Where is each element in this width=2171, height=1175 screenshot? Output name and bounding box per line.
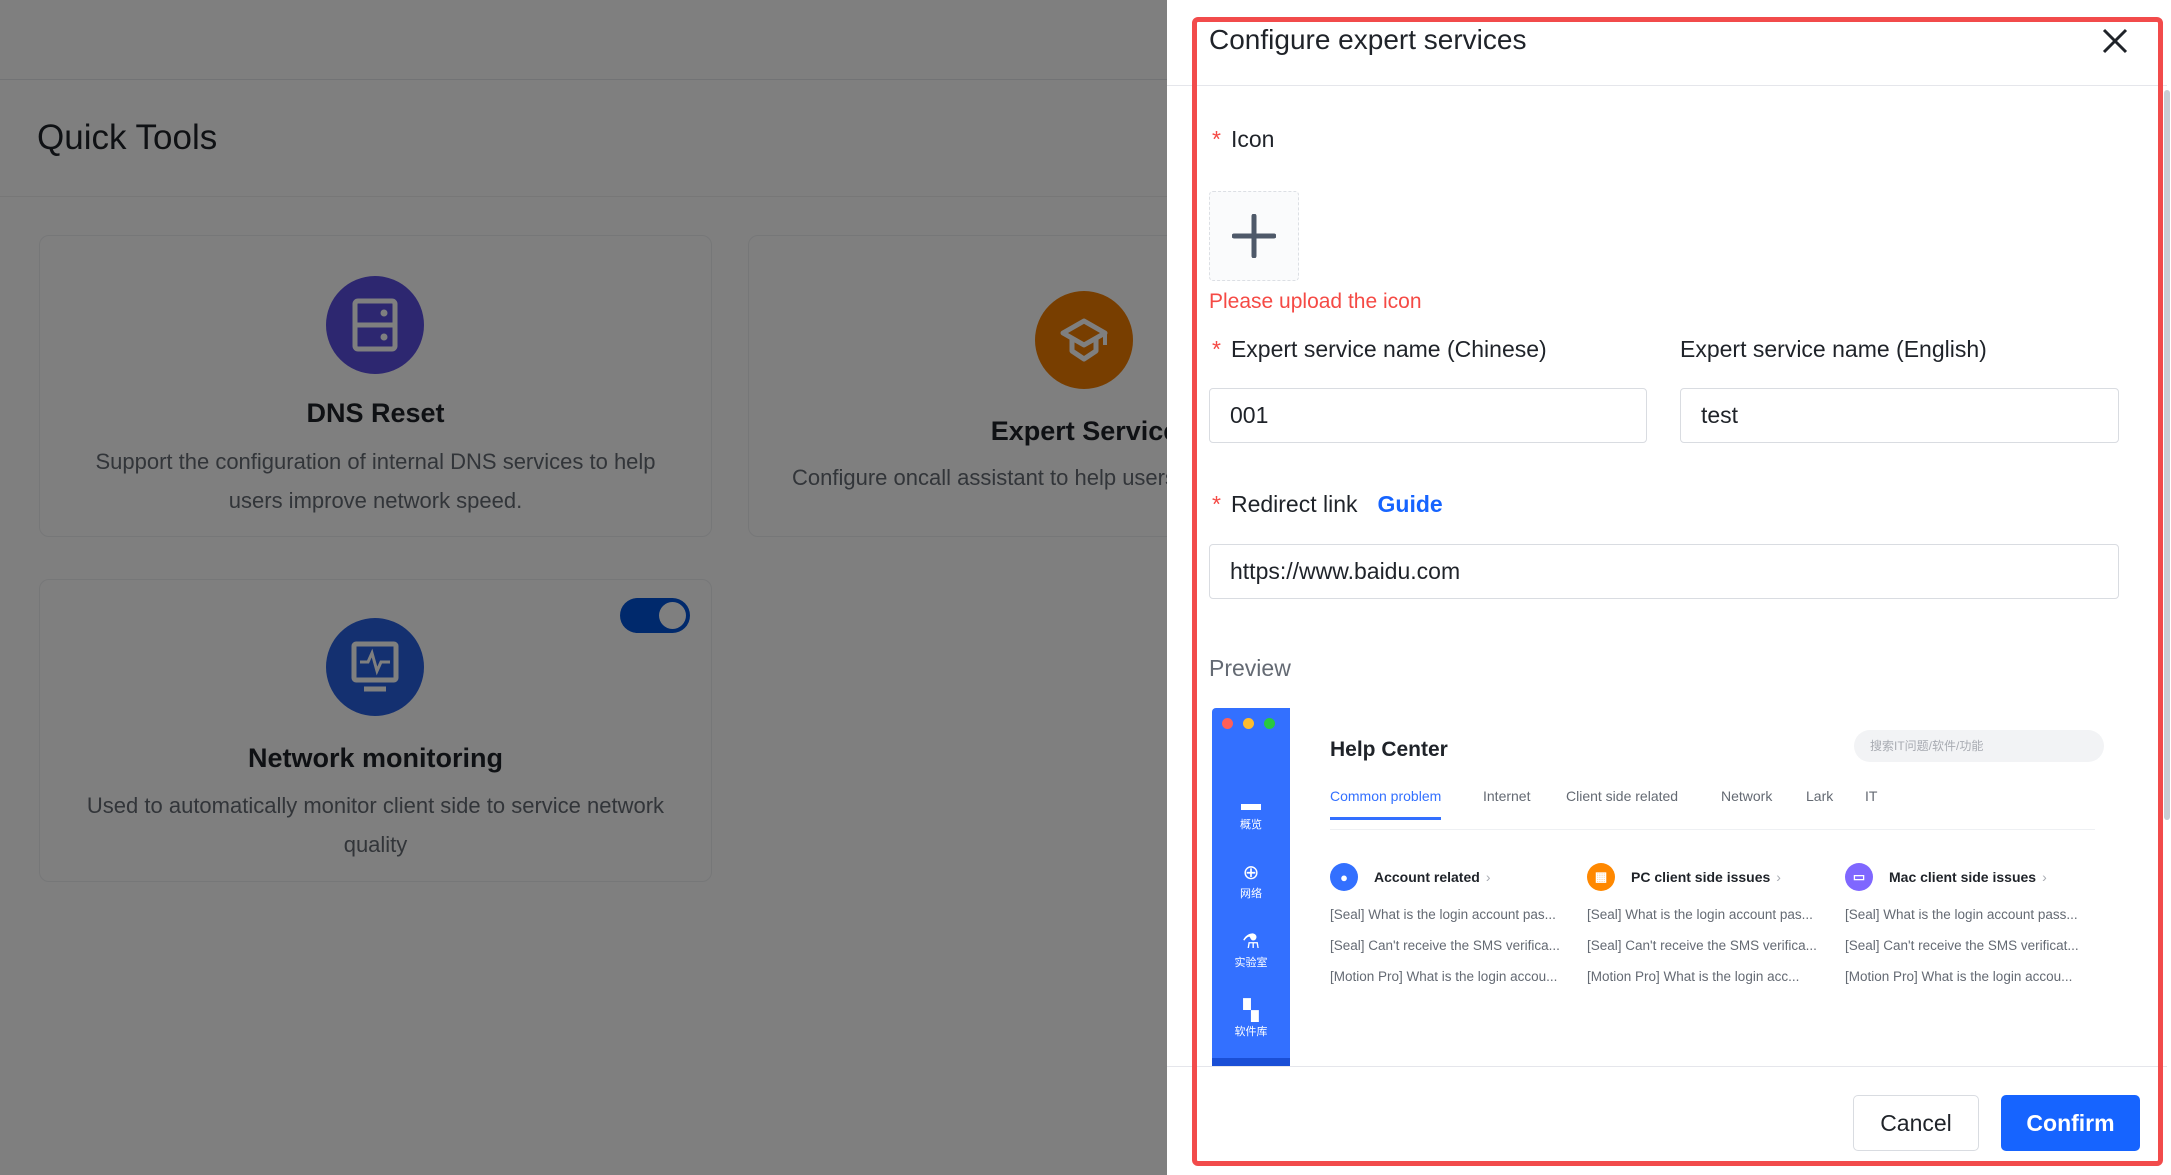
preview-sidebar-item: ▚ 软件库	[1212, 999, 1290, 1039]
scrollbar[interactable]	[2164, 90, 2170, 820]
close-icon[interactable]	[2098, 24, 2132, 58]
preview-question: [Seal] What is the login account pas...	[1587, 907, 1813, 922]
monitor-icon: ▭	[1845, 863, 1873, 891]
redirect-link-label: * Redirect link Guide	[1212, 491, 1443, 517]
divider	[1167, 85, 2167, 86]
preview-question: [Motion Pro] What is the login acc...	[1587, 969, 1800, 984]
column-title: Account related	[1374, 869, 1480, 885]
confirm-button[interactable]: Confirm	[2001, 1095, 2140, 1151]
icon-label: * Icon	[1212, 126, 1275, 152]
sidebar-footer	[1212, 1058, 1290, 1066]
window-maximize-dot	[1264, 718, 1275, 729]
preview-column-mac: ▭ Mac client side issues › [Seal] What is …	[1845, 863, 2090, 984]
preview-question: [Seal] Can't receive the SMS verifica...	[1587, 938, 1817, 953]
preview-column-account: ● Account related › [Seal] What is the log…	[1330, 863, 1575, 984]
monitor-icon: ▬	[1241, 793, 1261, 815]
footer-divider	[1167, 1066, 2167, 1067]
name-en-label: Expert service name (English)	[1680, 336, 1987, 362]
preview-question: [Seal] Can't receive the SMS verificat..…	[1845, 938, 2079, 953]
label-text: Icon	[1230, 126, 1275, 152]
preview-question: [Motion Pro] What is the login accou...	[1330, 969, 1558, 984]
preview-question: [Seal] What is the login account pas...	[1330, 907, 1556, 922]
globe-icon: ⊕	[1242, 862, 1260, 884]
name-cn-input[interactable]	[1209, 388, 1647, 443]
preview-tab: Client side related	[1566, 788, 1679, 804]
preview-tab: Network	[1721, 788, 1773, 804]
preview-sidebar: ▬ 概览 ⊕ 网络 ⚗ 实验室 ▚ 软件库	[1212, 708, 1290, 1066]
chevron-right-icon: ›	[1485, 869, 1491, 885]
window-minimize-dot	[1243, 718, 1254, 729]
preview-tab: IT	[1865, 788, 1878, 804]
preview-tabs: Common problem Internet Client side rela…	[1330, 788, 2095, 830]
preview-tab: Common problem	[1330, 788, 1442, 820]
preview-question: [Motion Pro] What is the login accou...	[1845, 969, 2073, 984]
icon-error-message: Please upload the icon	[1209, 290, 1422, 313]
preview-question: [Seal] Can't receive the SMS verifica...	[1330, 938, 1560, 953]
label-text: Expert service name (Chinese)	[1230, 336, 1547, 362]
flask-icon: ⚗	[1242, 931, 1260, 953]
windows-icon: ▦	[1587, 863, 1615, 891]
sidebar-label: 网络	[1240, 888, 1262, 900]
name-en-input[interactable]	[1680, 388, 2119, 443]
sidebar-label: 实验室	[1234, 957, 1268, 969]
preview-sidebar-item: ⚗ 实验室	[1212, 930, 1290, 970]
preview-sidebar-item: ⊕ 网络	[1212, 861, 1290, 901]
preview-label: Preview	[1209, 655, 1291, 681]
preview-question: [Seal] What is the login account pass...	[1845, 907, 2078, 922]
drawer-title: Configure expert services	[1209, 24, 1527, 55]
plus-icon	[1232, 214, 1276, 258]
name-cn-label: * Expert service name (Chinese)	[1212, 336, 1547, 362]
preview-tab: Lark	[1806, 788, 1834, 804]
preview-search: 搜索IT问题/软件/功能	[1854, 730, 2104, 762]
guide-link[interactable]: Guide	[1378, 491, 1443, 517]
chevron-right-icon: ›	[1776, 869, 1781, 885]
preview-sidebar-item: ▬ 概览	[1212, 792, 1290, 832]
preview-tab: Internet	[1483, 788, 1531, 804]
icon-upload-button[interactable]	[1209, 191, 1299, 281]
preview-column-pc: ▦ PC client side issues › [Seal] What is t…	[1587, 863, 1832, 984]
user-icon: ●	[1330, 863, 1358, 891]
sidebar-label: 概览	[1240, 819, 1262, 831]
redirect-link-input[interactable]	[1209, 544, 2119, 599]
label-text: Redirect link	[1230, 491, 1358, 517]
preview-title: Help Center	[1330, 738, 1448, 761]
modal-overlay[interactable]	[0, 0, 1167, 1175]
chevron-right-icon: ›	[2042, 869, 2047, 885]
cancel-button[interactable]: Cancel	[1853, 1095, 1979, 1151]
apps-icon: ▚	[1243, 1000, 1259, 1022]
column-title: Mac client side issues	[1889, 869, 2037, 885]
sidebar-label: 软件库	[1234, 1026, 1268, 1038]
window-close-dot	[1222, 718, 1233, 729]
column-title: PC client side issues	[1631, 869, 1771, 885]
help-center-preview: ▬ 概览 ⊕ 网络 ⚗ 实验室 ▚ 软件库 Help Center 搜索IT问题/软件/…	[1212, 708, 2119, 1066]
